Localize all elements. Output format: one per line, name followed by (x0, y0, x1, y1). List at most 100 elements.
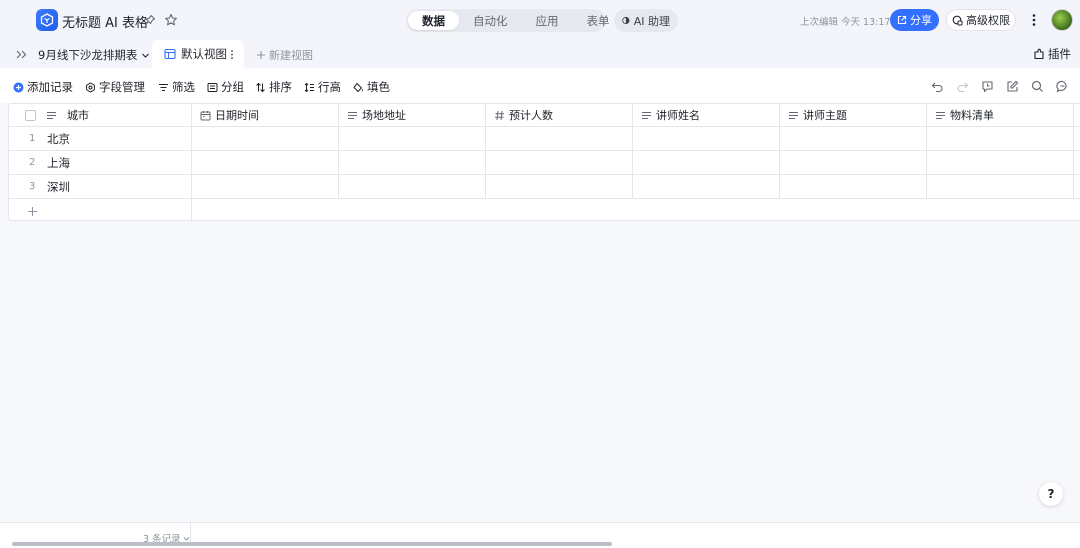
doc-title[interactable]: 无标题 AI 表格 (62, 12, 148, 31)
plugin-label: 插件 (1048, 47, 1071, 61)
group-icon (207, 82, 218, 92)
last-edited-text: 上次编辑 今天 13:17 (800, 17, 891, 28)
column-header-attendance[interactable]: 预计人数 (486, 104, 633, 127)
tab-apps[interactable]: 应用 (522, 11, 573, 30)
city-cell: 北京 (47, 131, 70, 146)
advanced-permissions-button[interactable]: 高级权限 (946, 9, 1016, 31)
table-cell[interactable] (780, 151, 927, 175)
column-label: 城市 (67, 109, 89, 122)
table-cell[interactable] (339, 127, 486, 151)
text-icon (789, 111, 798, 119)
redo-icon[interactable] (955, 79, 969, 93)
table-row[interactable]: 2 上海 (9, 151, 192, 175)
calendar-icon (200, 110, 211, 120)
group-label: 分组 (221, 80, 244, 94)
comment-icon[interactable] (1055, 79, 1069, 93)
filter-button[interactable]: 筛选 (158, 79, 195, 95)
view-more-icon[interactable] (229, 48, 235, 60)
fill-color-label: 填色 (367, 80, 390, 94)
table-cell[interactable] (633, 127, 780, 151)
share-button[interactable]: 分享 (890, 9, 939, 31)
mode-switch: 数据 自动化 应用 表单 (406, 9, 610, 32)
column-header-speaker[interactable]: 讲师姓名 (633, 104, 780, 127)
select-all-checkbox[interactable] (25, 109, 36, 121)
tab-data[interactable]: 数据 (408, 11, 459, 30)
add-row-area[interactable] (192, 199, 1080, 220)
search-icon[interactable] (1030, 79, 1044, 93)
column-header-topic[interactable]: 讲师主题 (780, 104, 927, 127)
table-cell[interactable] (486, 175, 633, 199)
column-header-venue[interactable]: 场地地址 (339, 104, 486, 127)
plugin-button[interactable]: 插件 (1033, 46, 1071, 62)
column-header-materials[interactable]: 物料清单 (927, 104, 1074, 127)
table-cell[interactable] (1074, 127, 1080, 151)
column-header-datetime[interactable]: 日期时间 (192, 104, 339, 127)
add-record-label: 添加记录 (27, 80, 73, 94)
group-button[interactable]: 分组 (207, 79, 244, 95)
city-cell: 深圳 (47, 179, 70, 194)
table-cell[interactable] (633, 175, 780, 199)
table-cell[interactable] (486, 127, 633, 151)
column-label: 讲师姓名 (656, 109, 700, 122)
ai-helper-label: AI 助理 (633, 14, 670, 28)
table-name: 9月线下沙龙排期表 (38, 48, 138, 62)
ai-icon (622, 16, 630, 25)
avatar[interactable] (1051, 9, 1073, 31)
table-cell[interactable] (927, 127, 1074, 151)
table-cell[interactable] (339, 175, 486, 199)
table-cell[interactable] (633, 151, 780, 175)
table-cell[interactable] (486, 151, 633, 175)
new-view-label: 新建视图 (269, 49, 313, 62)
table-row[interactable]: 1 北京 (9, 127, 192, 151)
text-icon (936, 111, 945, 119)
expand-sidebar-icon[interactable] (14, 47, 28, 61)
sort-icon (256, 82, 265, 92)
filter-label: 筛选 (172, 80, 195, 94)
edit-icon[interactable] (1005, 79, 1019, 93)
table-cell[interactable] (1074, 175, 1080, 199)
tab-automation[interactable]: 自动化 (459, 11, 522, 30)
column-label: 日期时间 (215, 109, 259, 122)
column-header-overflow[interactable] (1074, 104, 1080, 127)
sort-label: 排序 (269, 80, 292, 94)
row-number: 1 (29, 133, 36, 144)
table-cell[interactable] (780, 175, 927, 199)
text-icon (348, 111, 357, 119)
undo-icon[interactable] (930, 79, 944, 93)
row-number: 3 (29, 181, 36, 192)
table-cell[interactable] (927, 175, 1074, 199)
table-cell[interactable] (192, 127, 339, 151)
more-vertical-icon[interactable] (1027, 12, 1041, 28)
table-selector[interactable]: 9月线下沙龙排期表 (38, 47, 150, 63)
sort-button[interactable]: 排序 (255, 79, 292, 95)
table-cell[interactable] (1074, 151, 1080, 175)
row-height-button[interactable]: 行高 (304, 79, 341, 95)
add-record-button[interactable]: 添加记录 (13, 79, 73, 95)
chevron-down-icon (142, 53, 150, 58)
new-view-button[interactable]: 新建视图 (256, 47, 313, 63)
ai-helper-button[interactable]: AI 助理 (614, 9, 678, 32)
help-button[interactable]: ? (1039, 482, 1063, 506)
field-manage-label: 字段管理 (99, 80, 145, 94)
filter-icon (159, 83, 168, 91)
table-cell[interactable] (192, 151, 339, 175)
star-icon[interactable] (163, 12, 178, 27)
pin-icon[interactable] (142, 13, 156, 27)
plugin-icon (1034, 48, 1044, 60)
grid-view-icon (164, 48, 176, 60)
number-icon (495, 110, 504, 120)
column-label: 场地地址 (362, 109, 406, 122)
share-label: 分享 (910, 14, 932, 27)
city-cell: 上海 (47, 155, 70, 170)
horizontal-scrollbar[interactable] (12, 542, 612, 546)
fill-color-button[interactable]: 填色 (353, 79, 390, 95)
table-cell[interactable] (339, 151, 486, 175)
table-cell[interactable] (927, 151, 1074, 175)
table-cell[interactable] (780, 127, 927, 151)
add-row-button[interactable] (9, 199, 192, 220)
table-row[interactable]: 3 深圳 (9, 175, 192, 199)
comment-history-icon[interactable] (980, 79, 994, 93)
column-header-city[interactable]: 城市 (9, 104, 192, 127)
field-manage-button[interactable]: 字段管理 (85, 79, 145, 95)
table-cell[interactable] (192, 175, 339, 199)
